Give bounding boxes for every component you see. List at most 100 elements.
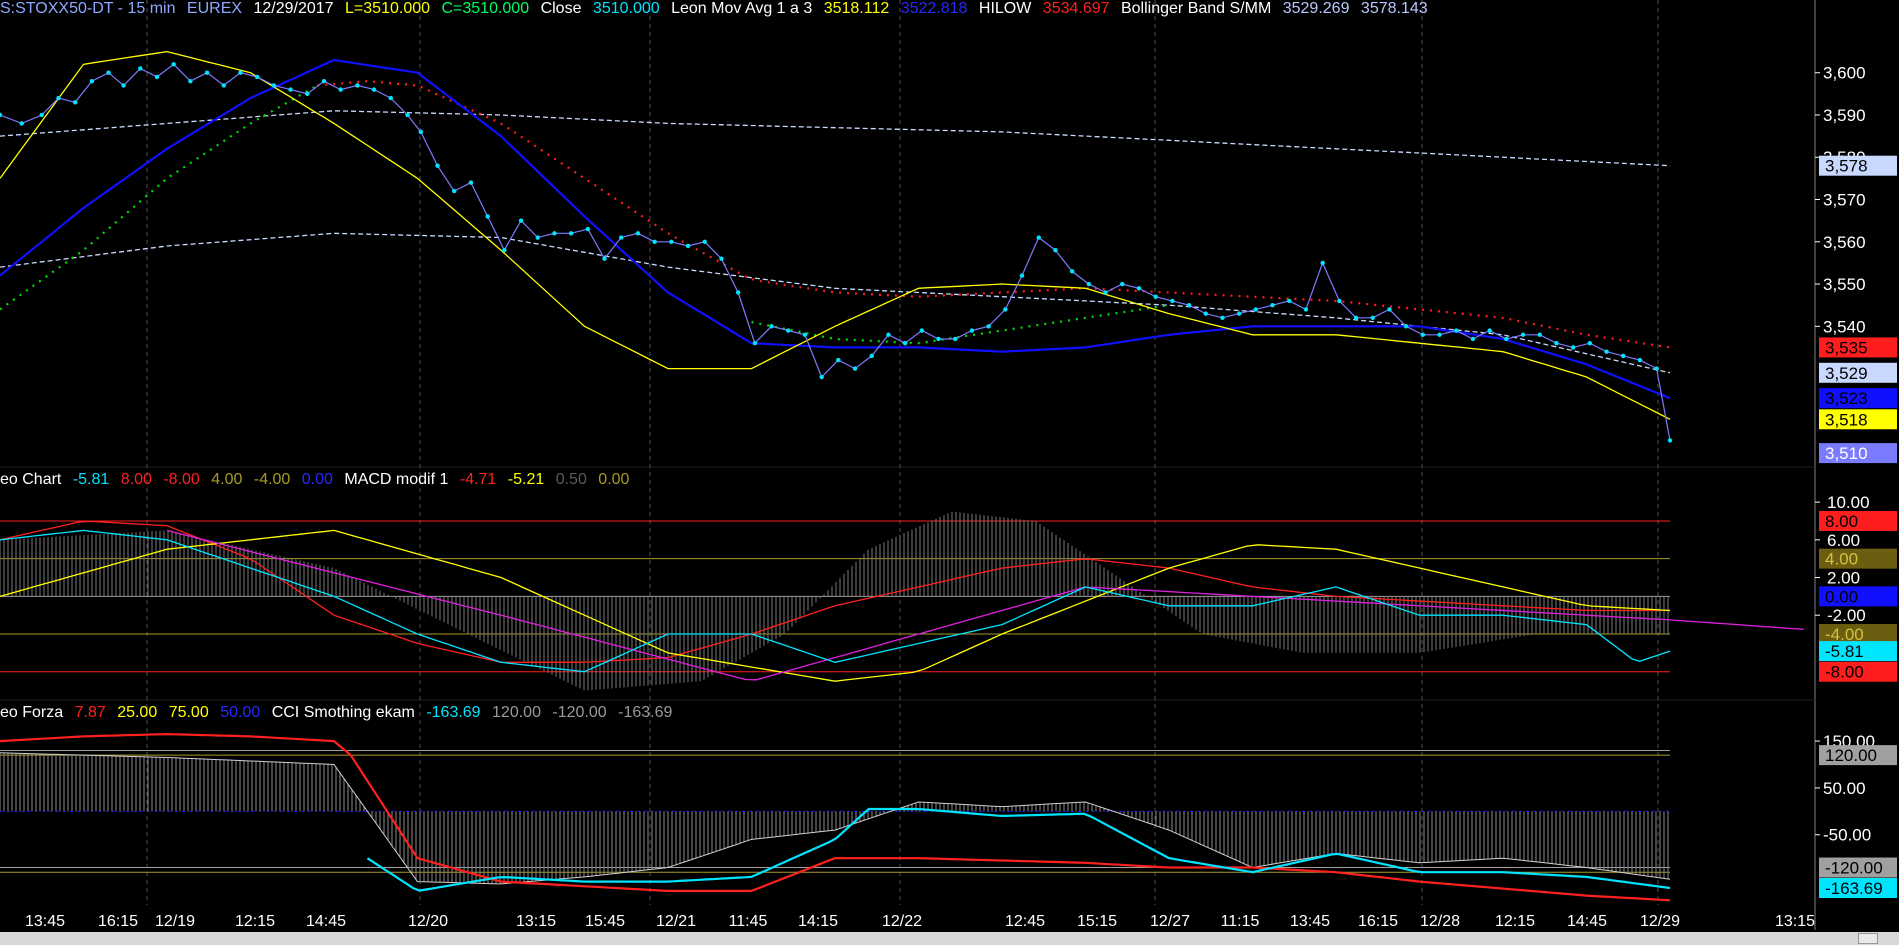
close-price-point <box>1120 281 1125 287</box>
close-price-point <box>602 256 607 261</box>
cci-value-2: 120.00 <box>492 704 541 721</box>
close-price-point <box>435 163 440 168</box>
x-tick-label: 14:15 <box>798 913 838 930</box>
y-tick-label: 3,540 <box>1823 317 1866 336</box>
close-price-point <box>969 328 975 333</box>
x-tick-label: 12/21 <box>656 913 696 930</box>
leon-value-2: 3522.818 <box>900 0 968 17</box>
x-tick-label: 12/29 <box>1640 913 1680 930</box>
y-tick-label: 3,600 <box>1823 64 1866 83</box>
close-price-point <box>1136 286 1142 291</box>
close-price-point <box>752 341 758 346</box>
macd-badge-label: -8.00 <box>1825 663 1864 682</box>
close-price-point <box>221 83 226 88</box>
macd-title: MACD modif 1 <box>344 471 449 488</box>
close-price-point <box>1570 345 1576 350</box>
panel1-value-1: -5.81 <box>72 471 110 488</box>
close-price-point <box>1470 336 1476 342</box>
y-tick-label: 3,550 <box>1823 275 1866 294</box>
close-price-point <box>1487 328 1492 333</box>
close-price-line <box>0 63 1671 441</box>
close-price-point <box>1270 302 1275 308</box>
macd-badge-label: 8.00 <box>1825 512 1858 531</box>
x-tick-label: 12/28 <box>1420 913 1460 930</box>
close-price-point <box>19 121 24 126</box>
x-tick-label: 12/27 <box>1150 913 1190 930</box>
close-price-point <box>468 180 474 185</box>
close-price-point <box>852 366 858 371</box>
close-price-point <box>719 256 724 261</box>
close-price-point <box>1403 324 1409 329</box>
close-price-point <box>305 91 310 97</box>
x-tick-label: 13:15 <box>516 913 556 930</box>
close-price-point <box>635 231 641 236</box>
close-price-point <box>1036 235 1041 240</box>
panel2-value-3: 75.00 <box>168 704 209 721</box>
panel1-value-6: 0.00 <box>301 471 333 488</box>
hilow-title: HILOW <box>978 0 1032 17</box>
close-price-point <box>735 290 741 295</box>
horizontal-scrollbar[interactable] <box>0 932 1899 945</box>
close-price-point <box>1637 357 1643 363</box>
close-price-point <box>936 336 941 342</box>
price-badge-label: 3,523 <box>1825 389 1868 408</box>
symbol-label: S:STOXX50-DT - 15 min <box>0 0 176 17</box>
close-price-point <box>271 83 277 88</box>
close-price-point <box>986 324 991 329</box>
close-price-point <box>388 95 393 101</box>
close-price-point <box>188 78 193 84</box>
close-price-point <box>1253 307 1259 312</box>
cci-panel-header: eo Forza 7.87 25.00 75.00 50.00 CCI Smot… <box>0 704 679 722</box>
close-price-point <box>238 70 243 75</box>
x-tick-label: 12:15 <box>235 913 275 930</box>
close-price-point <box>1554 341 1559 346</box>
price-panel-header: S:STOXX50-DT - 15 min EUREX 12/29/2017 L… <box>0 0 1435 18</box>
y-tick-label: 3,570 <box>1823 191 1866 210</box>
close-price-point <box>204 70 210 75</box>
x-tick-label: 11:15 <box>1221 913 1260 930</box>
panel1-value-2: 8.00 <box>120 471 152 488</box>
close-price-point <box>0 112 3 118</box>
close-price-point <box>786 328 791 333</box>
close-price-point <box>769 324 774 329</box>
close-price-point <box>518 218 524 223</box>
x-tick-label: 12:45 <box>1005 913 1045 930</box>
macd-badge-label: 4.00 <box>1825 550 1858 569</box>
x-tick-label: 16:15 <box>98 913 138 930</box>
hilow-value: 3534.697 <box>1042 0 1110 17</box>
close-price-point <box>819 374 824 380</box>
close-price-point <box>1353 315 1359 321</box>
price-badge-label: 3,535 <box>1825 338 1868 357</box>
panel2-value-4: 50.00 <box>220 704 261 721</box>
close-price-point <box>802 332 808 337</box>
close-title: Close <box>540 0 582 17</box>
close-price-point <box>1437 332 1442 337</box>
leon-title: Leon Mov Avg 1 a 3 <box>671 0 813 17</box>
y-tick-label: 3,560 <box>1823 233 1866 252</box>
close-price-point <box>652 239 657 244</box>
x-tick-label: 16:15 <box>1358 913 1398 930</box>
x-tick-label: 12/19 <box>155 913 195 930</box>
close-price-point <box>288 87 293 92</box>
close-price-point <box>1504 336 1509 342</box>
close-price-point <box>1103 290 1108 295</box>
close-price-point <box>355 83 360 88</box>
close-price-point <box>1320 260 1325 266</box>
close-price-point <box>254 74 260 80</box>
y-tick-label: 2.00 <box>1827 569 1860 588</box>
macd-badge-label: -5.81 <box>1825 642 1864 661</box>
close-price-point <box>502 248 507 253</box>
close-price-point <box>154 74 160 80</box>
close-price-point <box>1053 248 1058 253</box>
close-price-point <box>1303 307 1309 312</box>
cci-value-3: -120.00 <box>552 704 607 721</box>
panel1-value-3: -8.00 <box>163 471 200 488</box>
bollinger-title: Bollinger Band S/MM <box>1120 0 1272 17</box>
scrollbar-thumb[interactable] <box>1858 933 1878 944</box>
price-badge-label: 3,578 <box>1825 157 1868 176</box>
x-tick-label: 13:45 <box>25 913 65 930</box>
close-price-point <box>1454 328 1459 333</box>
close-price-point <box>72 100 78 105</box>
close-price-point <box>1003 307 1008 312</box>
macd-value-1: -4.71 <box>459 471 497 488</box>
